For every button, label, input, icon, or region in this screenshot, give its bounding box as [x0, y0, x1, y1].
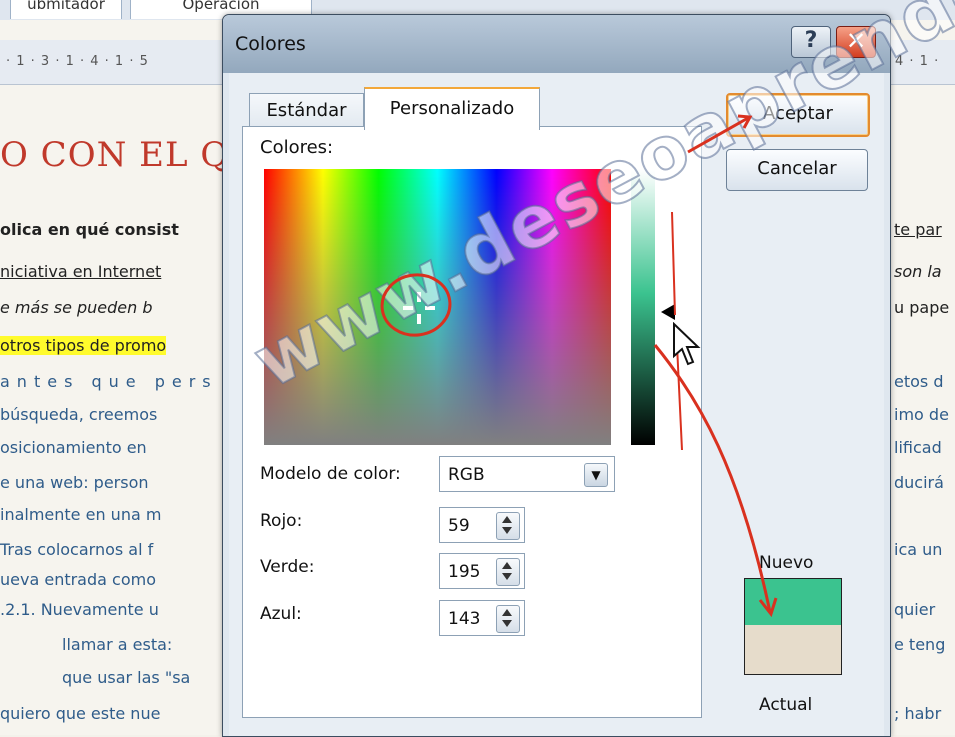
mouse-cursor-icon: [673, 322, 701, 366]
luminance-arrow-icon[interactable]: [661, 304, 675, 320]
custom-tab-panel: Colores: Modelo de color: RGB ▼ Rojo: 59: [242, 126, 702, 718]
doc-line: llamar a esta:: [62, 635, 173, 654]
doc-heading: O CON EL QU: [0, 135, 259, 175]
new-color-swatch: [745, 579, 841, 625]
spin-arrows-icon[interactable]: [496, 605, 520, 633]
color-model-label: Modelo de color:: [260, 464, 401, 484]
blue-stepper[interactable]: 143: [439, 600, 525, 636]
current-color-label: Actual: [759, 695, 813, 715]
ruler-left-text: · 1 · 3 · 1 · 4 · 1 · 5: [6, 54, 149, 69]
doc-line-right: son la: [894, 262, 942, 281]
doc-line: ueva entrada como: [0, 570, 156, 589]
green-stepper[interactable]: 195: [439, 553, 525, 589]
green-label: Verde:: [260, 557, 315, 577]
crosshair-icon[interactable]: [399, 288, 439, 328]
ruler-right-text: 4 · 1 ·: [895, 54, 940, 69]
doc-line: quiero que este nue: [0, 704, 161, 723]
doc-line: e una web: person: [0, 473, 149, 492]
doc-line: antes que pers: [0, 372, 218, 391]
dialog-titlebar[interactable]: Colores ? ✕: [223, 15, 890, 73]
doc-line-right: imo de: [894, 405, 949, 424]
doc-line-right: ica un: [894, 540, 943, 559]
new-color-label: Nuevo: [759, 553, 814, 573]
color-model-select[interactable]: RGB ▼: [439, 456, 615, 492]
chevron-down-icon[interactable]: ▼: [584, 463, 608, 487]
blue-label: Azul:: [260, 604, 302, 624]
tab-standard[interactable]: Estándar: [249, 93, 364, 128]
doc-line: que usar las "sa: [62, 668, 191, 687]
doc-line: búsqueda, creemos: [0, 405, 158, 424]
cancel-button[interactable]: Cancelar: [726, 149, 868, 191]
doc-line: Tras colocarnos al f: [0, 540, 154, 559]
doc-line-right: quier: [894, 600, 936, 619]
colors-dialog: Colores ? ✕ Estándar Personalizado Color…: [222, 14, 891, 737]
doc-line: inalmente en una m: [0, 505, 162, 524]
color-preview: [744, 578, 842, 675]
ribbon-tab-1[interactable]: ubmitador: [10, 0, 122, 19]
spin-arrows-icon[interactable]: [496, 558, 520, 586]
doc-line-right: u pape: [894, 298, 950, 317]
doc-line: e más se pueden b: [0, 298, 153, 317]
ok-button[interactable]: Aceptar: [726, 93, 870, 137]
help-button[interactable]: ?: [791, 26, 831, 58]
dialog-title: Colores: [235, 33, 306, 55]
color-model-value: RGB: [448, 465, 485, 485]
red-label: Rojo:: [260, 511, 303, 531]
doc-line: olica en qué consist: [0, 220, 179, 239]
red-stepper[interactable]: 59: [439, 507, 525, 543]
doc-line: osicionamiento en: [0, 438, 147, 457]
luminance-slider[interactable]: [631, 169, 655, 445]
doc-line-right: lificad: [894, 438, 942, 457]
green-value[interactable]: 195: [448, 554, 480, 590]
doc-line: niciativa en Internet: [0, 262, 162, 281]
dialog-body: Estándar Personalizado Colores: Modelo d…: [229, 73, 884, 736]
red-value[interactable]: 59: [448, 508, 470, 544]
blue-value[interactable]: 143: [448, 601, 480, 637]
doc-line-right: ; habr: [894, 704, 942, 723]
current-color-swatch: [745, 625, 841, 674]
doc-line-right: ducirá: [894, 473, 944, 492]
doc-line-right: te par: [894, 220, 942, 239]
close-button[interactable]: ✕: [836, 26, 876, 58]
doc-line: otros tipos de promo: [0, 336, 167, 355]
color-spectrum-picker[interactable]: [264, 169, 611, 445]
colors-label: Colores:: [260, 137, 334, 158]
doc-line: .2.1. Nuevamente u: [0, 600, 159, 619]
doc-line-right: e teng: [894, 635, 946, 654]
doc-line-right: etos d: [894, 372, 944, 391]
spin-arrows-icon[interactable]: [496, 512, 520, 540]
tab-custom[interactable]: Personalizado: [364, 87, 540, 130]
